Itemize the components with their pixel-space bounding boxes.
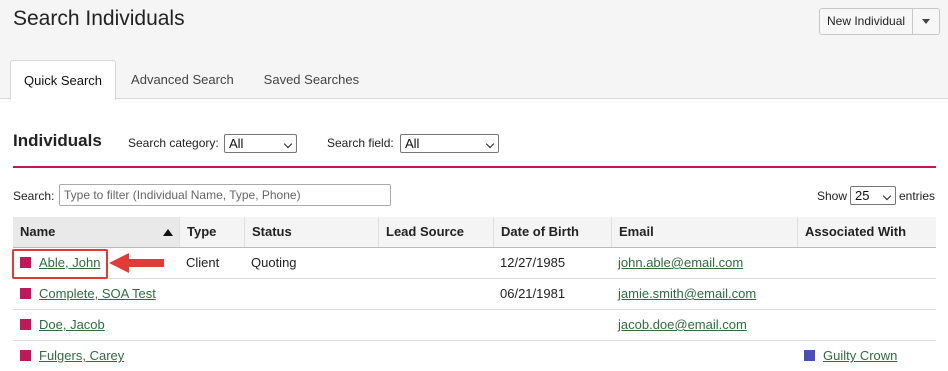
email-link[interactable]: john.able@email.com: [618, 255, 743, 270]
search-category-label: Search category:: [128, 136, 219, 150]
column-header-associated-with[interactable]: Associated With: [797, 217, 936, 247]
entries-label: entries: [899, 189, 936, 203]
individual-swatch-icon: [20, 319, 31, 330]
cell-type: [179, 341, 244, 371]
pointer-arrow-icon: [109, 253, 164, 273]
table-row: Complete, SOA Test 06/21/1981 jamie.smit…: [13, 279, 936, 310]
email-link[interactable]: jamie.smith@email.com: [618, 286, 756, 301]
column-header-type[interactable]: Type: [179, 217, 244, 247]
individual-swatch-icon: [20, 288, 31, 299]
column-header-label: Name: [20, 224, 56, 239]
cell-email: [611, 341, 797, 371]
section-divider: [13, 166, 936, 168]
email-link[interactable]: jacob.doe@email.com: [618, 317, 747, 332]
column-header-email[interactable]: Email: [611, 217, 797, 247]
tab-advanced-search[interactable]: Advanced Search: [116, 60, 249, 100]
cell-date-of-birth: 06/21/1981: [500, 286, 566, 301]
chevron-down-icon[interactable]: [913, 9, 939, 34]
new-individual-button-group: New Individual: [819, 8, 941, 35]
cell-type: [179, 279, 244, 309]
cell-associated-with: [797, 248, 936, 278]
cell-associated-with: Guilty Crown: [797, 341, 936, 371]
column-header-lead-source[interactable]: Lead Source: [378, 217, 493, 247]
cell-associated-with: [797, 310, 936, 340]
cell-type: Client: [186, 255, 220, 270]
tab-saved-searches[interactable]: Saved Searches: [249, 60, 374, 100]
tab-quick-search[interactable]: Quick Search: [10, 60, 117, 100]
individuals-table: Name Type Status Lead Source Date of Bir…: [13, 217, 936, 371]
cell-email: jamie.smith@email.com: [611, 279, 797, 309]
cell-status: [244, 310, 378, 340]
page-title: Search Individuals: [13, 7, 185, 30]
cell-lead-source: [378, 310, 493, 340]
column-header-name[interactable]: Name: [13, 217, 179, 247]
cell-status: Quoting: [251, 255, 297, 270]
section-title: Individuals: [13, 131, 102, 150]
table-header: Name Type Status Lead Source Date of Bir…: [13, 217, 936, 248]
cell-date-of-birth: 12/27/1985: [500, 255, 566, 270]
new-individual-button[interactable]: New Individual: [820, 9, 914, 34]
cell-email: jacob.doe@email.com: [611, 310, 797, 340]
table-row: Doe, Jacob jacob.doe@email.com: [13, 310, 936, 341]
search-input[interactable]: [59, 184, 391, 206]
search-field-label: Search field:: [327, 136, 394, 150]
column-header-date-of-birth[interactable]: Date of Birth: [493, 217, 611, 247]
cell-name: Complete, SOA Test: [13, 279, 179, 309]
associated-link[interactable]: Guilty Crown: [823, 348, 897, 363]
cell-lead-source: [378, 248, 493, 278]
cell-lead-source: [378, 341, 493, 371]
search-category-select[interactable]: All: [224, 134, 297, 153]
individual-link[interactable]: Complete, SOA Test: [39, 286, 156, 301]
sort-ascending-icon: [163, 229, 173, 236]
cell-email: john.able@email.com: [611, 248, 797, 278]
page-size-select[interactable]: 25: [850, 186, 896, 205]
show-label: Show: [817, 189, 848, 203]
cell-date-of-birth: [493, 341, 611, 371]
individual-swatch-icon: [20, 350, 31, 361]
page-header: Search Individuals New Individual Quick …: [0, 0, 948, 100]
cell-associated-with: [797, 279, 936, 309]
cell-date-of-birth: [493, 310, 611, 340]
cell-name: Doe, Jacob: [13, 310, 179, 340]
cell-type: [179, 310, 244, 340]
individual-link[interactable]: Fulgers, Carey: [39, 348, 124, 363]
search-field-select[interactable]: All: [400, 134, 499, 153]
highlight-box: [12, 249, 108, 279]
group-swatch-icon: [804, 350, 815, 361]
cell-lead-source: [378, 279, 493, 309]
search-tabs: Quick Search Advanced Search Saved Searc…: [10, 60, 374, 100]
cell-name: Fulgers, Carey: [13, 341, 179, 371]
table-row: Fulgers, Carey Guilty Crown: [13, 341, 936, 371]
cell-status: [244, 341, 378, 371]
column-header-status[interactable]: Status: [244, 217, 378, 247]
search-label: Search:: [13, 189, 55, 203]
individual-link[interactable]: Doe, Jacob: [39, 317, 105, 332]
cell-status: [244, 279, 378, 309]
